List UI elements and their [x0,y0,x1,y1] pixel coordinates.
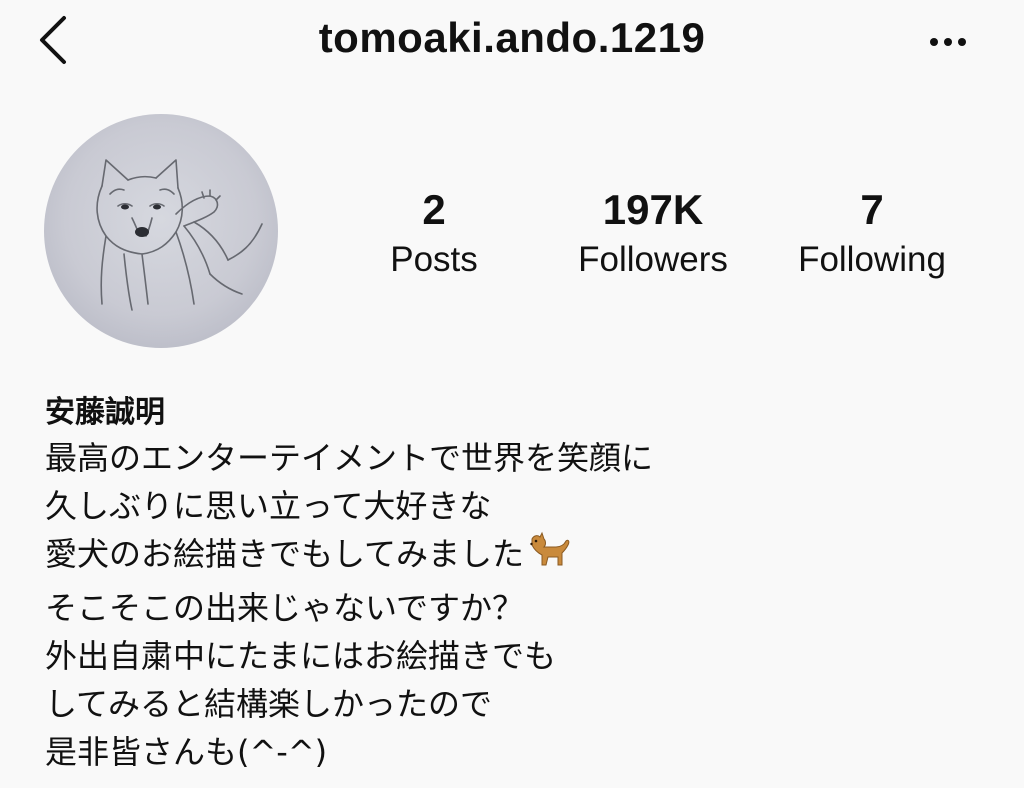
profile-display-name: 安藤誠明 [45,395,165,430]
posts-stat[interactable]: 2 Posts [324,186,544,284]
bio-line-text: 愛犬のお絵描きでもしてみました [45,535,525,573]
bio-line: そこそこの出来じゃないですか？ [45,589,525,627]
following-count: 7 [860,186,884,233]
posts-count: 2 [422,186,446,233]
followers-stat[interactable]: 197K Followers [543,186,763,284]
profile-avatar[interactable] [44,114,278,348]
bio-line: 最高のエンターテイメントで世界を笑顔に [45,439,654,477]
followers-label: Followers [578,240,728,279]
bio-line: 是非皆さんも(^-^) [45,733,328,771]
following-label: Following [798,240,946,279]
bio-line: してみると結構楽しかったので [45,685,493,723]
bio-line: 久しぶりに思い立って大好きな [45,487,492,525]
more-horizontal-icon [930,38,966,46]
more-options-button[interactable] [916,20,980,64]
dog-emoji-icon [526,531,572,584]
profile-bio: 安藤誠明 最高のエンターテイメントで世界を笑顔に 久しぶりに思い立って大好きな … [45,392,1005,776]
profile-username: tomoaki.ando.1219 [318,14,706,61]
bio-line-with-emoji: 愛犬のお絵描きでもしてみました [45,530,1005,584]
following-stat[interactable]: 7 Following [762,186,982,284]
followers-count: 197K [602,186,704,233]
dog-sketch-image [96,159,263,311]
top-bar: tomoaki.ando.1219 [0,0,1024,84]
bio-line: 外出自粛中にたまにはお絵描きでも [45,637,557,675]
posts-label: Posts [390,240,478,279]
